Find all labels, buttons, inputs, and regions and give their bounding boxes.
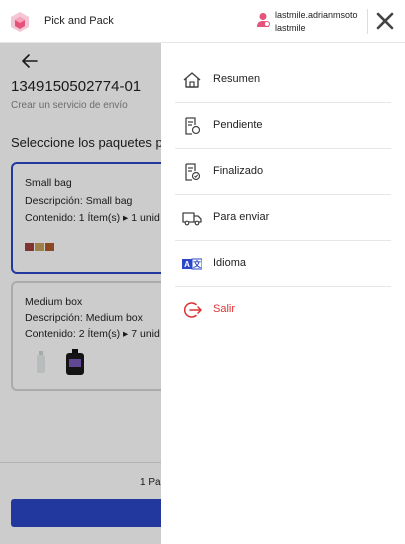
menu-label: Resumen — [213, 73, 261, 85]
menu-item-para-enviar[interactable]: Para enviar — [175, 195, 391, 241]
menu-label: Pendiente — [213, 119, 263, 131]
svg-text:A: A — [184, 260, 190, 269]
translate-icon: A 文 — [182, 258, 202, 270]
navigation-drawer: Resumen Pendiente Finalizado Para enviar… — [161, 43, 405, 544]
app-header: Pick and Pack lastmile.adrianmsoto lastm… — [0, 0, 405, 43]
header-divider — [367, 9, 368, 34]
user-name: lastmile.adrianmsoto — [275, 10, 358, 20]
menu-item-finalizado[interactable]: Finalizado — [175, 149, 391, 195]
app-logo-icon — [11, 12, 29, 32]
menu-item-resumen[interactable]: Resumen — [175, 57, 391, 103]
close-menu-button[interactable] — [375, 11, 395, 31]
pending-document-icon — [185, 117, 201, 135]
logout-icon — [183, 302, 202, 318]
svg-text:文: 文 — [193, 259, 202, 269]
menu-item-pendiente[interactable]: Pendiente — [175, 103, 391, 149]
menu-item-salir[interactable]: Salir — [175, 287, 391, 333]
user-organization: lastmile — [275, 23, 306, 33]
truck-icon — [182, 212, 202, 226]
menu-label: Salir — [213, 303, 236, 315]
menu-label: Idioma — [213, 257, 247, 269]
menu-label: Para enviar — [213, 211, 270, 223]
app-title: Pick and Pack — [44, 15, 114, 27]
home-icon — [183, 72, 201, 88]
menu-label: Finalizado — [213, 165, 264, 177]
completed-document-icon — [185, 163, 201, 181]
user-icon — [257, 13, 270, 27]
menu-item-idioma[interactable]: A 文 Idioma — [175, 241, 391, 287]
